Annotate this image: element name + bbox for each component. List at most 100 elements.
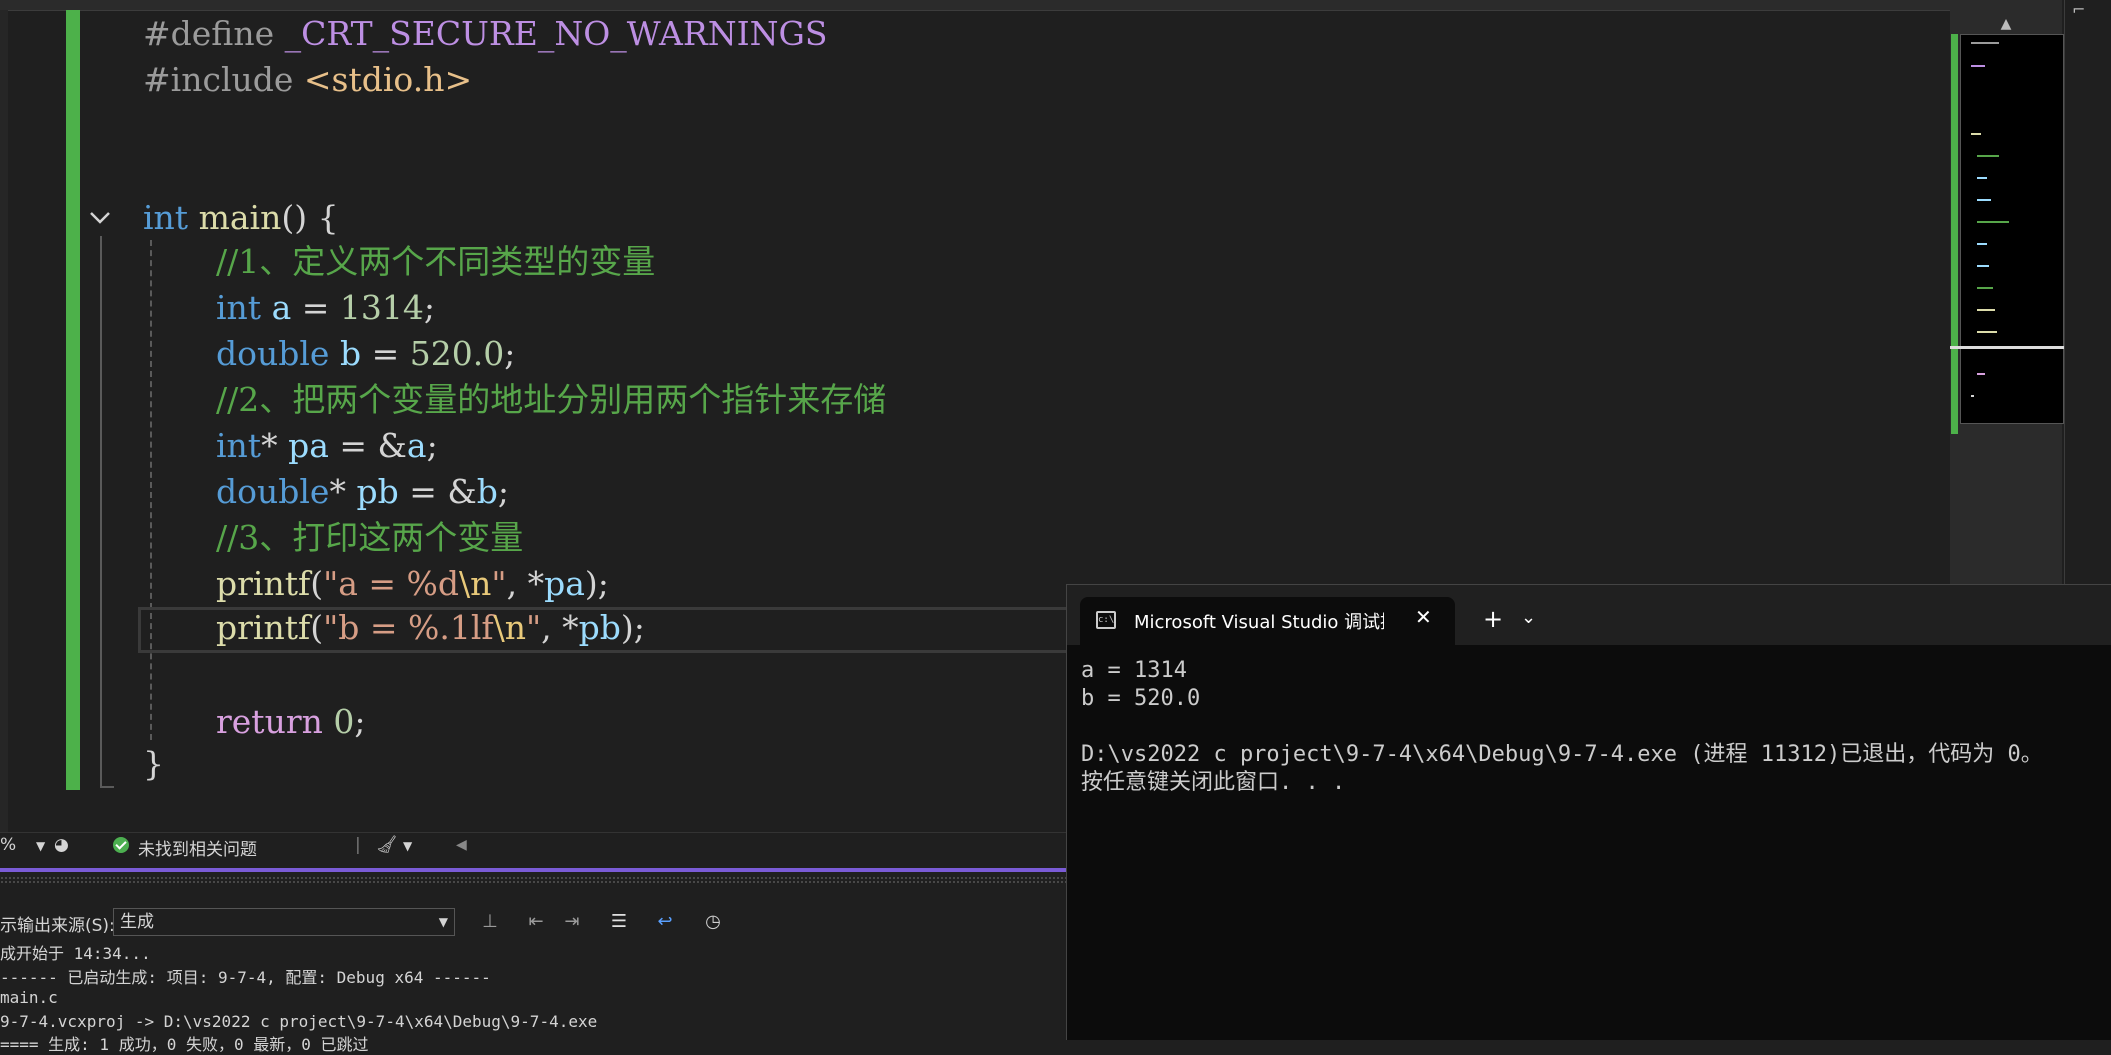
function-name: main [198, 198, 282, 237]
operator: , * [506, 564, 545, 603]
code-line-12[interactable]: //3、打印这两个变量 [216, 516, 523, 560]
minimap-line [1977, 373, 1985, 375]
code-line-16[interactable]: return 0; [216, 700, 365, 744]
minimap-line [1977, 331, 1997, 333]
prev-message-icon[interactable]: ⇤ [524, 910, 548, 934]
next-message-icon[interactable]: ⇥ [560, 910, 584, 934]
console-tab[interactable]: c:\ Microsoft Visual Studio 调试控制台 ✕ [1080, 597, 1455, 645]
minimap-line [1971, 65, 1985, 67]
editor-navigation-bar [0, 0, 1950, 11]
minimap-line [1971, 395, 1974, 397]
minimap-line [1977, 309, 1995, 311]
new-tab-plus-icon[interactable]: + [1483, 605, 1503, 633]
copilot-icon[interactable]: ◕ [54, 835, 69, 855]
code-line-9[interactable]: //2、把两个变量的地址分别用两个指针来存储 [216, 378, 886, 422]
cleanup-brush-icon[interactable]: 🧹︎ [376, 835, 398, 855]
variable: pb [356, 472, 399, 511]
debug-console-window[interactable]: c:\ Microsoft Visual Studio 调试控制台 ✕ + ⌄ … [1066, 584, 2111, 1040]
timestamp-clock-icon[interactable]: ◷ [701, 910, 725, 934]
code-line-8[interactable]: double b = 520.0; [216, 332, 515, 376]
punctuation: ( [310, 564, 324, 603]
number-literal: 0 [333, 702, 355, 741]
scroll-left-icon[interactable]: ◀ [456, 837, 467, 853]
minimap-viewport-marker [1950, 346, 2064, 349]
code-line-14[interactable]: printf("b = %.1lf\n", *pb); [216, 606, 645, 650]
punctuation: ; [504, 334, 516, 373]
string-literal: " [491, 564, 507, 603]
change-tracking-bar [66, 10, 80, 790]
type-keyword: double [216, 334, 330, 373]
close-tab-icon[interactable]: ✕ [1415, 605, 1432, 629]
code-line-2[interactable]: #include <stdio.h> [143, 58, 472, 102]
output-panel-accent [0, 868, 1070, 872]
function-name: printf [216, 564, 311, 603]
preprocessor-keyword: #include [143, 60, 294, 99]
output-line: main.c [0, 988, 58, 1007]
string-literal: "b = %.1lf [323, 608, 494, 647]
code-line-10[interactable]: int* pa = &a; [216, 424, 438, 468]
operator: = & [328, 426, 407, 465]
variable: pa [544, 564, 585, 603]
output-source-value: 生成 [120, 912, 154, 932]
fold-chevron-icon[interactable] [86, 204, 114, 232]
code-line-17[interactable]: } [143, 742, 164, 786]
fold-region-line [100, 236, 102, 788]
number-literal: 1314 [339, 288, 424, 327]
side-tab-icon[interactable]: ⌐ [2072, 0, 2085, 19]
fold-region-end [100, 786, 114, 788]
scroll-up-arrow-icon[interactable]: ▲ [1950, 14, 2062, 34]
type-keyword: double [216, 472, 330, 511]
punctuation: ( [310, 608, 324, 647]
code-line-1[interactable]: #define _CRT_SECURE_NO_WARNINGS [143, 12, 827, 56]
console-output: a = 1314 b = 520.0 D:\vs2022 c project\9… [1081, 658, 2043, 795]
output-line: 9-7-4.vcxproj -> D:\vs2022 c project\9-7… [0, 1012, 598, 1031]
code-line-6[interactable]: //1、定义两个不同类型的变量 [216, 240, 655, 284]
minimap-line [1977, 265, 1989, 267]
type-keyword: int [143, 198, 189, 237]
code-line-7[interactable]: int a = 1314; [216, 286, 435, 330]
minimap-line [1971, 133, 1981, 135]
escape-sequence: \n [459, 564, 492, 603]
editor-status-bar: % ▼ ◕ 未找到相关问题 | 🧹︎ ▼ ◀ [0, 832, 1070, 860]
cleanup-dropdown-icon[interactable]: ▼ [403, 839, 412, 853]
zoom-dropdown-icon[interactable]: ▼ [36, 839, 45, 853]
variable: a [271, 288, 292, 327]
closing-brace: } [143, 744, 164, 783]
clear-all-icon[interactable]: ☰ [607, 910, 631, 934]
minimap-change-bar [1951, 34, 1958, 434]
minimap-line [1977, 221, 2009, 223]
include-file: <stdio.h> [303, 60, 473, 99]
minimap-line [1977, 243, 1987, 245]
comment: //1、定义两个不同类型的变量 [216, 242, 656, 281]
variable: pb [578, 608, 621, 647]
minimap-line [1977, 287, 1993, 289]
minimap-line [1977, 155, 1999, 157]
punctuation: ; [354, 702, 366, 741]
console-title-bar: c:\ Microsoft Visual Studio 调试控制台 ✕ + ⌄ [1067, 585, 2111, 645]
code-line-5[interactable]: int main() { [143, 196, 339, 240]
zoom-level[interactable]: % [0, 835, 16, 855]
output-source-select[interactable]: 生成 ▼ [113, 908, 455, 936]
output-panel: 示输出来源(S): 生成 ▼ ⊥ ⇤ ⇥ ☰ ↩ ◷ 成开始于 14:34...… [0, 888, 1070, 1054]
variable: b [476, 472, 498, 511]
panel-drag-handle[interactable] [0, 876, 1070, 884]
minimap-line [1977, 177, 1987, 179]
variable: pa [288, 426, 329, 465]
word-wrap-icon[interactable]: ↩ [653, 910, 677, 934]
find-message-icon[interactable]: ⊥ [478, 910, 502, 934]
right-tool-strip [2064, 0, 2111, 590]
escape-sequence: \n [493, 608, 526, 647]
code-line-13[interactable]: printf("a = %d\n", *pa); [216, 562, 609, 606]
variable: b [339, 334, 362, 373]
punctuation: ; [497, 472, 509, 511]
code-line-11[interactable]: double* pb = &b; [216, 470, 509, 514]
type-keyword: int [216, 426, 262, 465]
chevron-down-icon: ▼ [438, 915, 448, 929]
function-name: printf [216, 608, 311, 647]
chevron-down-icon[interactable]: ⌄ [1521, 607, 1536, 628]
punctuation: ; [426, 426, 438, 465]
punctuation: () { [281, 198, 339, 237]
issues-status[interactable]: 未找到相关问题 [138, 835, 257, 860]
minimap[interactable] [1960, 34, 2064, 424]
operator: = [361, 334, 410, 373]
